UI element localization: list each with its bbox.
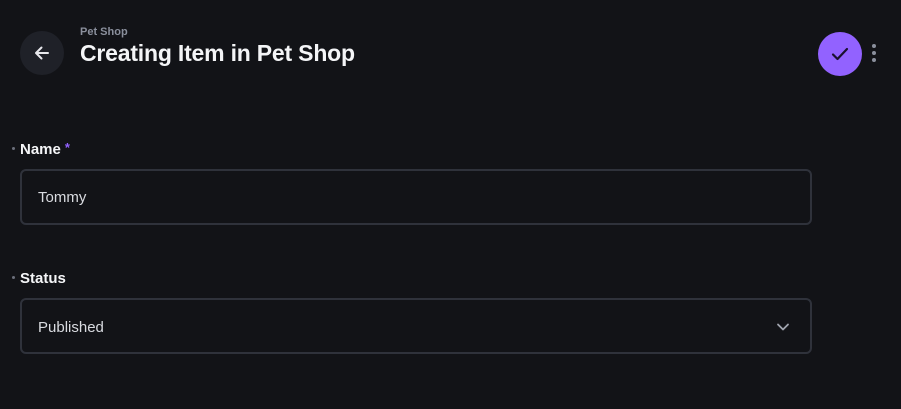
breadcrumb[interactable]: Pet Shop bbox=[80, 25, 128, 39]
name-label-text: Name bbox=[20, 141, 61, 158]
required-marker: * bbox=[64, 140, 70, 155]
header: Pet Shop Creating Item in Pet Shop bbox=[0, 0, 901, 100]
chevron-down-icon bbox=[777, 323, 789, 331]
status-field-label: Status bbox=[12, 270, 66, 288]
field-bullet-icon bbox=[12, 147, 15, 150]
more-vertical-icon-dot bbox=[872, 58, 876, 62]
field-bullet-icon bbox=[12, 276, 15, 279]
status-label-text: Status bbox=[20, 270, 66, 287]
save-button[interactable] bbox=[818, 32, 862, 76]
status-select[interactable]: Published bbox=[20, 298, 812, 354]
more-options-button[interactable] bbox=[866, 40, 882, 66]
more-vertical-icon bbox=[872, 44, 876, 48]
name-field-label: Name * bbox=[12, 141, 70, 159]
more-vertical-icon-dot bbox=[872, 51, 876, 55]
arrow-left-icon bbox=[35, 46, 49, 60]
status-selected-value: Published bbox=[38, 319, 104, 336]
back-button[interactable] bbox=[20, 31, 64, 75]
check-icon bbox=[831, 47, 849, 61]
name-input-wrapper bbox=[20, 169, 812, 225]
item-create-page: Pet Shop Creating Item in Pet Shop Name … bbox=[0, 0, 901, 409]
page-title: Creating Item in Pet Shop bbox=[80, 40, 355, 66]
name-input[interactable] bbox=[22, 171, 810, 223]
